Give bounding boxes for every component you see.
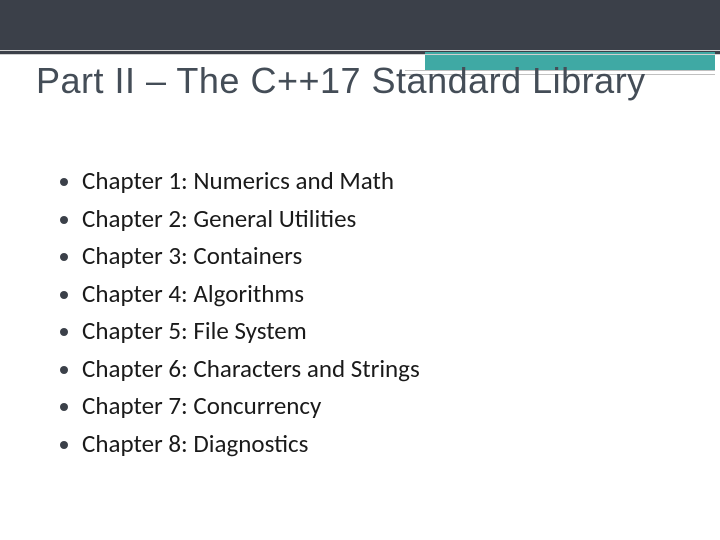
list-item: Chapter 3: Containers xyxy=(60,237,420,275)
divider-line xyxy=(0,50,720,51)
list-item: Chapter 4: Algorithms xyxy=(60,275,420,313)
list-item: Chapter 1: Numerics and Math xyxy=(60,162,420,200)
list-item: Chapter 5: File System xyxy=(60,312,420,350)
divider-line xyxy=(0,54,720,55)
list-item: Chapter 2: General Utilities xyxy=(60,200,420,238)
slide-title: Part II – The C++17 Standard Library xyxy=(36,58,680,103)
list-item: Chapter 7: Concurrency xyxy=(60,387,420,425)
list-item: Chapter 8: Diagnostics xyxy=(60,425,420,463)
header-bar xyxy=(0,0,720,54)
list-item: Chapter 6: Characters and Strings xyxy=(60,350,420,388)
chapter-list: Chapter 1: Numerics and Math Chapter 2: … xyxy=(60,162,420,462)
